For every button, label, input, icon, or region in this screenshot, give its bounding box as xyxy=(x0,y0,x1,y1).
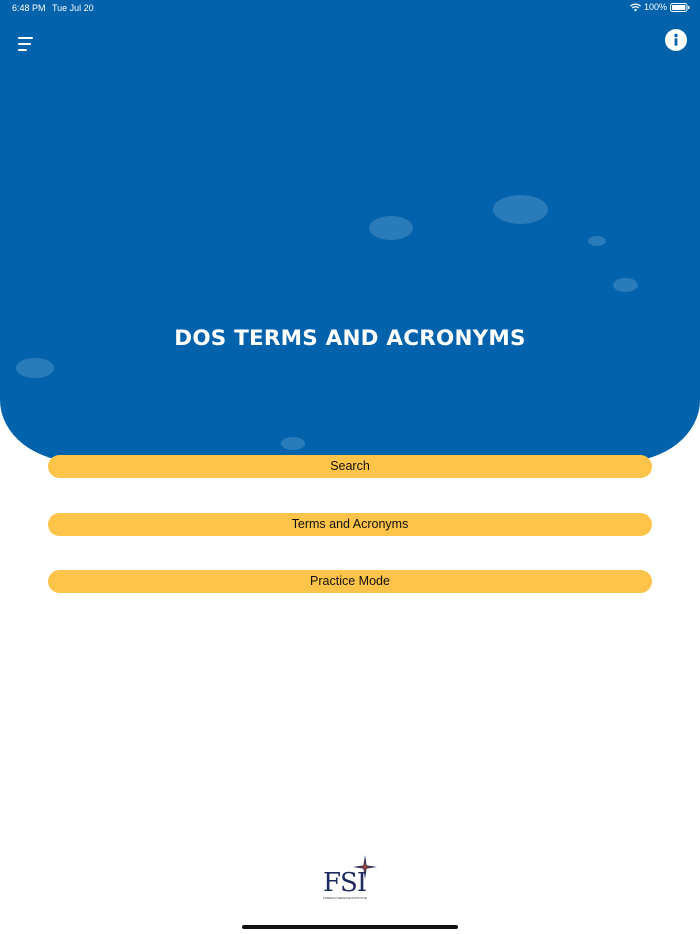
logo-text: FSI xyxy=(323,868,367,898)
fsi-logo: FSI FOREIGN SERVICE INSTITUTE xyxy=(320,855,380,903)
decorative-bubble xyxy=(369,216,413,240)
decorative-bubble xyxy=(16,358,54,378)
logo-caption: FOREIGN SERVICE INSTITUTE xyxy=(323,896,367,900)
status-time: 6:48 PM xyxy=(12,3,46,13)
search-button[interactable]: Search xyxy=(48,455,652,478)
page-title: DOS TERMS AND ACRONYMS xyxy=(174,326,526,351)
battery-icon xyxy=(670,2,690,12)
status-date: Tue Jul 20 xyxy=(52,3,94,13)
status-bar: 6:48 PM Tue Jul 20 100% xyxy=(0,0,700,18)
decorative-bubble xyxy=(493,195,548,224)
home-indicator[interactable] xyxy=(242,925,458,929)
wifi-icon xyxy=(630,2,641,12)
terms-and-acronyms-button[interactable]: Terms and Acronyms xyxy=(48,513,652,536)
status-indicators: 100% xyxy=(630,2,690,12)
practice-mode-button[interactable]: Practice Mode xyxy=(48,570,652,593)
decorative-bubble xyxy=(588,236,606,246)
decorative-bubble xyxy=(613,278,638,292)
info-icon[interactable] xyxy=(665,29,687,51)
hero-header: 6:48 PM Tue Jul 20 100% DOS TERMS AND AC… xyxy=(0,0,700,462)
app-screen: 6:48 PM Tue Jul 20 100% DOS TERMS AND AC… xyxy=(0,0,700,934)
battery-percentage: 100% xyxy=(643,2,667,12)
hamburger-menu-icon[interactable] xyxy=(18,35,38,53)
decorative-bubble xyxy=(281,437,305,450)
